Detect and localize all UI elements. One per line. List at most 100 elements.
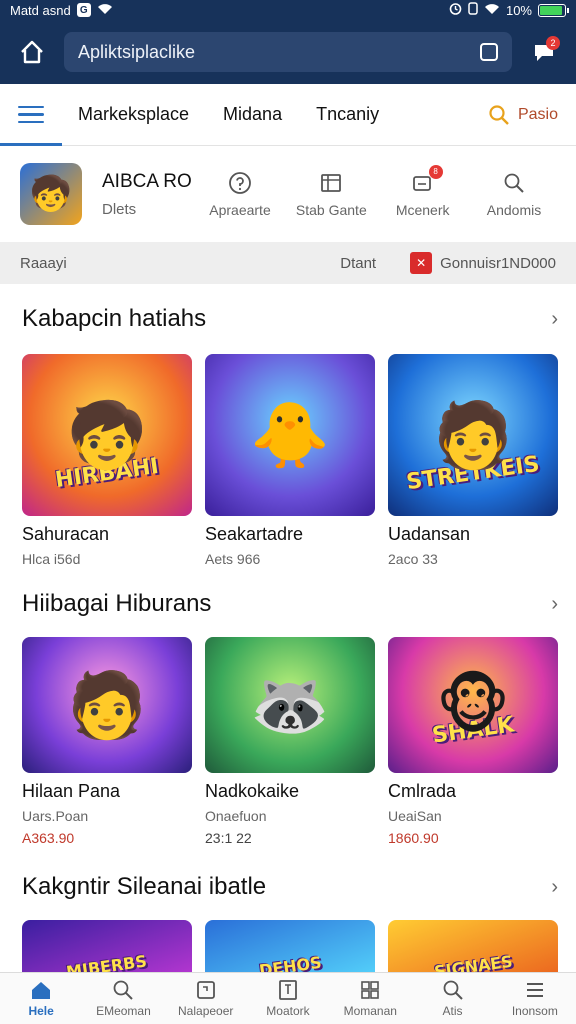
- game-thumbnail: 🧑 STRETKEIS: [388, 354, 558, 516]
- info-mid: Dtant: [340, 254, 377, 272]
- bottom-nav-label: Atis: [442, 1004, 463, 1018]
- section-title: Kabapcin hatiahs: [22, 305, 207, 332]
- info-right[interactable]: ✕ Gonnuisr1ND000: [410, 252, 556, 274]
- card-title: Nadkokaike: [205, 781, 300, 801]
- action-label: Andomis: [486, 201, 542, 218]
- action-badge: 8: [428, 164, 443, 179]
- card-title: Cmlrada: [388, 781, 457, 801]
- app-icon[interactable]: 🧒: [20, 163, 82, 225]
- menu-icon[interactable]: [18, 105, 44, 124]
- bottom-nav-label: Nalapeoer: [178, 1004, 234, 1018]
- app-actions: Apraearte Stab Gante 8 Mcenerk Andomis: [198, 164, 556, 218]
- app-top-bar: Apliktsiplaclike 2: [0, 20, 576, 84]
- battery-percent: 10%: [505, 2, 532, 18]
- wifi-icon: [97, 3, 113, 18]
- bottom-nav-home[interactable]: Hele: [5, 979, 77, 1018]
- game-thumbnail: 🐵 SHALK: [388, 637, 558, 773]
- section-header[interactable]: Kakgntir Sileanai ibatle ›: [22, 854, 558, 920]
- card-title: Hilaan Pana: [22, 781, 121, 801]
- section-header[interactable]: Hiibagai Hiburans ›: [22, 571, 558, 637]
- battery-icon: [538, 3, 569, 17]
- action-apraearte[interactable]: Apraearte: [198, 171, 282, 218]
- character-face: 🧑: [67, 668, 147, 741]
- tabs-icon[interactable]: [480, 43, 498, 61]
- chevron-right-icon[interactable]: ›: [551, 308, 558, 331]
- section-header[interactable]: Kabapcin hatiahs ›: [22, 284, 558, 354]
- character-face: 🦝: [250, 668, 330, 741]
- action-label: Stab Gante: [295, 201, 367, 218]
- alarm-icon: [449, 2, 462, 18]
- bottom-nav-menu[interactable]: Inonsom: [499, 979, 571, 1018]
- bottom-nav-label: Momanan: [343, 1004, 397, 1018]
- bottom-nav-label: Inonsom: [511, 1004, 558, 1018]
- book-icon: [279, 980, 297, 1000]
- game-card[interactable]: 🧒 HIRBAHI Sahuracan Hlca i56d: [22, 354, 192, 567]
- action-andomis[interactable]: Andomis: [472, 171, 556, 218]
- home-button[interactable]: [14, 34, 50, 70]
- home-icon: [32, 982, 51, 999]
- section-title: Kakgntir Sileanai ibatle: [22, 873, 267, 900]
- nav-search-label: Pasio: [517, 105, 558, 123]
- grid-icon: [361, 981, 380, 999]
- search-icon: [504, 173, 524, 193]
- game-card[interactable]: 🦝 Nadkokaike Onaefuon 23:1 22: [205, 637, 375, 846]
- bottom-nav-search[interactable]: EMeoman: [87, 979, 159, 1018]
- nav-link-marketplace[interactable]: Markeksplace: [78, 104, 189, 125]
- search-icon: [114, 980, 134, 1000]
- bottom-nav-book[interactable]: Moatork: [252, 979, 324, 1018]
- carrier-text: Matd asnd: [10, 2, 71, 18]
- app-name-block: AIBCA RO Dlets: [102, 171, 198, 218]
- search-icon: [443, 980, 463, 1000]
- game-card[interactable]: 🧑 Hilaan Pana Uars.Poan A363.90: [22, 637, 192, 846]
- bottom-nav-tablet[interactable]: Nalapeoer: [170, 979, 242, 1018]
- g-badge-icon: G: [76, 3, 91, 17]
- nav-link-tncaniy[interactable]: Tncaniy: [316, 104, 379, 125]
- bottom-nav-grid[interactable]: Momanan: [334, 979, 406, 1018]
- status-bar: Matd asnd G 10%: [0, 0, 576, 20]
- game-thumbnail: 🧑: [22, 637, 192, 773]
- chevron-right-icon[interactable]: ›: [551, 876, 558, 899]
- active-indicator: [0, 143, 62, 146]
- character-face: 🧒: [67, 398, 147, 471]
- app-subtitle: Dlets: [102, 200, 137, 218]
- sim-icon: [468, 2, 478, 18]
- calendar-icon: [321, 173, 342, 192]
- card-row: 🧑 Hilaan Pana Uars.Poan A363.90 🦝 Nadkok…: [22, 637, 558, 846]
- card-row: 🧒 HIRBAHI Sahuracan Hlca i56d 🐥 Seakartad…: [22, 354, 558, 567]
- bottom-nav: Hele EMeoman Nalapeoer Moatork Momanan A…: [0, 972, 576, 1024]
- nav-link-midana[interactable]: Midana: [223, 104, 282, 125]
- section-title: Hiibagai Hiburans: [22, 590, 212, 617]
- action-stab-gante[interactable]: Stab Gante: [289, 171, 373, 218]
- home-icon: [21, 40, 43, 64]
- action-label: Apraearte: [209, 201, 271, 218]
- card-subtitle: Uars.Poan: [22, 808, 89, 824]
- game-card[interactable]: 🧑 STRETKEIS Uadansan 2aco 33: [388, 354, 558, 567]
- wifi-icon: [484, 3, 500, 18]
- character-face: 🧑: [433, 398, 513, 471]
- battery-fill: [540, 5, 562, 15]
- bottom-nav-atis[interactable]: Atis: [417, 979, 489, 1018]
- app-info: 🧒 AIBCA RO Dlets Apraearte Stab Gante 8 …: [0, 146, 576, 242]
- chevron-right-icon[interactable]: ›: [551, 593, 558, 616]
- game-card[interactable]: 🐥 Seakartadre Aets 966: [205, 354, 375, 567]
- card-subtitle: Hlca i56d: [22, 551, 81, 567]
- game-thumbnail: 🦝: [205, 637, 375, 773]
- card-subtitle: 2aco 33: [388, 551, 438, 567]
- game-card[interactable]: 🐵 SHALK Cmlrada UeaiSan 1860.90: [388, 637, 558, 846]
- category-nav: Markeksplace Midana Tncaniy Pasio: [0, 84, 576, 146]
- status-left: Matd asnd G: [10, 3, 113, 18]
- section-kabapcin: Kabapcin hatiahs › 🧒 HIRBAHI Sahuracan Hl…: [0, 284, 576, 567]
- nav-search-button[interactable]: Pasio: [488, 104, 558, 126]
- card-price: 1860.90: [388, 830, 439, 846]
- game-thumbnail: 🐥: [205, 354, 375, 516]
- app-name: AIBCA RO: [102, 170, 192, 192]
- info-strip: Raaayi Dtant ✕ Gonnuisr1ND000: [0, 242, 576, 284]
- card-price: A363.90: [22, 830, 75, 846]
- notification-button[interactable]: 2: [526, 34, 562, 70]
- address-text: Apliktsiplaclike: [78, 41, 196, 62]
- status-right: 10%: [449, 2, 569, 18]
- notification-count: 2: [546, 36, 560, 50]
- action-mcenerk[interactable]: 8 Mcenerk: [381, 164, 465, 218]
- action-label: Mcenerk: [395, 201, 450, 218]
- address-bar[interactable]: Apliktsiplaclike: [64, 32, 512, 72]
